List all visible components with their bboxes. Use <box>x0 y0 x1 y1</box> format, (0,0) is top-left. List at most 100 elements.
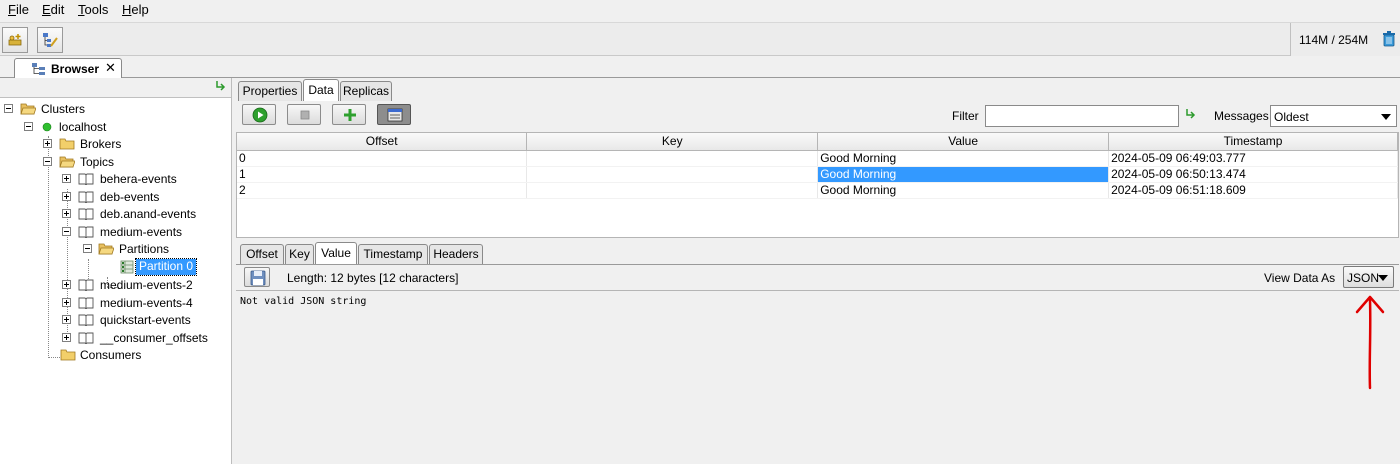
view-data-as-label: View Data As <box>1264 271 1336 285</box>
menu-edit[interactable]: Edit <box>42 2 64 17</box>
folder-icon <box>59 138 75 150</box>
column-header-value[interactable]: Value <box>817 133 1110 151</box>
tree-label-topic: deb-events <box>100 190 160 204</box>
book-icon <box>78 297 94 309</box>
expand-toggle[interactable] <box>62 174 71 183</box>
cluster-browser-panel: Clusters localhost Brokers Topics behera… <box>0 78 232 464</box>
view-data-as-select[interactable]: JSON <box>1343 266 1394 288</box>
book-icon <box>78 279 94 291</box>
cell-value-selected[interactable]: Good Morning <box>817 166 1110 183</box>
menu-file[interactable]: File <box>8 2 29 17</box>
tree-label-topic: medium-events <box>100 225 183 239</box>
chevron-down-icon <box>1381 114 1391 120</box>
lower-tab-row: Offset Key Value Timestamp Headers <box>234 242 1400 264</box>
expand-toggle[interactable] <box>43 139 52 148</box>
column-header-key[interactable]: Key <box>526 133 819 151</box>
new-connection-icon <box>8 34 22 46</box>
tree-edit-button[interactable] <box>37 27 63 53</box>
menu-help[interactable]: Help <box>122 2 149 17</box>
expand-toggle[interactable] <box>62 333 71 342</box>
messages-label: Messages <box>1214 109 1269 123</box>
cell-timestamp[interactable]: 2024-05-09 06:51:18.609 <box>1108 182 1398 199</box>
add-message-button[interactable] <box>332 104 366 125</box>
topic-detail-panel: Properties Data Replicas Filter Messages… <box>234 78 1400 464</box>
tree-label-topic: quickstart-events <box>100 313 191 327</box>
cell-offset[interactable]: 2 <box>237 182 528 199</box>
tab-value[interactable]: Value <box>315 242 357 264</box>
column-header-timestamp[interactable]: Timestamp <box>1108 133 1398 151</box>
memory-indicator: 114M / 254M <box>1290 23 1400 56</box>
close-icon[interactable]: ✕ <box>105 60 116 76</box>
tree-label-brokers: Brokers <box>80 137 122 151</box>
apply-filter-arrow-icon[interactable] <box>1184 108 1196 120</box>
filter-input[interactable] <box>985 105 1179 127</box>
cell-key[interactable] <box>526 166 819 183</box>
plus-icon <box>344 109 356 121</box>
view-toggle-button[interactable] <box>377 104 411 125</box>
tree-label-topic: __consumer_offsets <box>100 331 208 345</box>
table-view-icon <box>387 108 403 122</box>
stop-button[interactable] <box>287 104 321 125</box>
expand-toggle[interactable] <box>62 315 71 324</box>
upper-tab-row: Properties Data Replicas <box>234 79 1400 101</box>
tab-properties[interactable]: Properties <box>238 81 302 101</box>
open-folder-icon <box>20 103 36 115</box>
cell-value[interactable]: Good Morning <box>817 182 1110 199</box>
data-toolbar: Filter Messages Oldest <box>234 101 1400 129</box>
cell-timestamp[interactable]: 2024-05-09 06:50:13.474 <box>1108 166 1398 183</box>
cell-offset[interactable]: 0 <box>237 150 528 167</box>
expand-toggle[interactable] <box>62 192 71 201</box>
expand-toggle[interactable] <box>62 280 71 289</box>
tab-data[interactable]: Data <box>303 79 339 101</box>
menu-tools[interactable]: Tools <box>78 2 108 17</box>
tab-replicas[interactable]: Replicas <box>340 81 392 101</box>
table-row[interactable]: 0 Good Morning 2024-05-09 06:49:03.777 <box>237 150 1398 167</box>
partition-grid-icon <box>120 260 134 274</box>
stop-icon <box>300 110 310 120</box>
cell-timestamp[interactable]: 2024-05-09 06:49:03.777 <box>1108 150 1398 167</box>
chevron-down-icon <box>1378 275 1388 281</box>
memory-usage-text: 114M / 254M <box>1299 33 1369 47</box>
messages-select[interactable]: Oldest <box>1270 105 1397 127</box>
trash-icon[interactable] <box>1382 31 1396 47</box>
new-connection-button[interactable] <box>2 27 28 53</box>
tab-browser-label: Browser <box>51 62 100 76</box>
cluster-tree: Clusters localhost Brokers Topics behera… <box>0 97 231 464</box>
tree-label-topic: behera-events <box>100 172 177 186</box>
tab-offset[interactable]: Offset <box>240 244 284 264</box>
save-button[interactable] <box>244 267 270 287</box>
cell-value[interactable]: Good Morning <box>817 150 1110 167</box>
tree-label-localhost: localhost <box>59 120 107 134</box>
collapse-toggle[interactable] <box>4 104 13 113</box>
collapse-toggle[interactable] <box>43 157 52 166</box>
filter-label: Filter <box>952 109 979 123</box>
table-row[interactable]: 2 Good Morning 2024-05-09 06:51:18.609 <box>237 182 1398 199</box>
table-row[interactable]: 1 Good Morning 2024-05-09 06:50:13.474 <box>237 166 1398 183</box>
book-icon <box>78 191 94 203</box>
cell-key[interactable] <box>526 150 819 167</box>
play-icon <box>252 107 268 123</box>
start-button[interactable] <box>242 104 276 125</box>
tab-headers[interactable]: Headers <box>429 244 483 264</box>
column-header-offset[interactable]: Offset <box>237 133 528 151</box>
book-icon <box>78 173 94 185</box>
tab-browser[interactable]: Browser ✕ <box>14 58 122 78</box>
collapse-toggle[interactable] <box>24 122 33 131</box>
tree-label-partition-0: Partition 0 <box>134 258 198 276</box>
value-content-area[interactable]: Not valid JSON string <box>236 290 1399 464</box>
collapse-toggle[interactable] <box>62 227 71 236</box>
cell-offset[interactable]: 1 <box>237 166 528 183</box>
expand-toggle[interactable] <box>62 209 71 218</box>
messages-select-value: Oldest <box>1274 110 1309 124</box>
cell-key[interactable] <box>526 182 819 199</box>
messages-table: Offset Key Value Timestamp 0 Good Mornin… <box>236 132 1399 238</box>
book-icon <box>78 208 94 220</box>
open-folder-icon <box>98 243 114 255</box>
tab-timestamp[interactable]: Timestamp <box>358 244 428 264</box>
expand-toggle[interactable] <box>62 298 71 307</box>
collapse-toggle[interactable] <box>83 244 92 253</box>
refresh-arrow-icon[interactable] <box>214 80 226 92</box>
tab-key[interactable]: Key <box>285 244 314 264</box>
tree-edit-icon <box>43 33 58 47</box>
tree-label-consumers: Consumers <box>80 348 142 362</box>
